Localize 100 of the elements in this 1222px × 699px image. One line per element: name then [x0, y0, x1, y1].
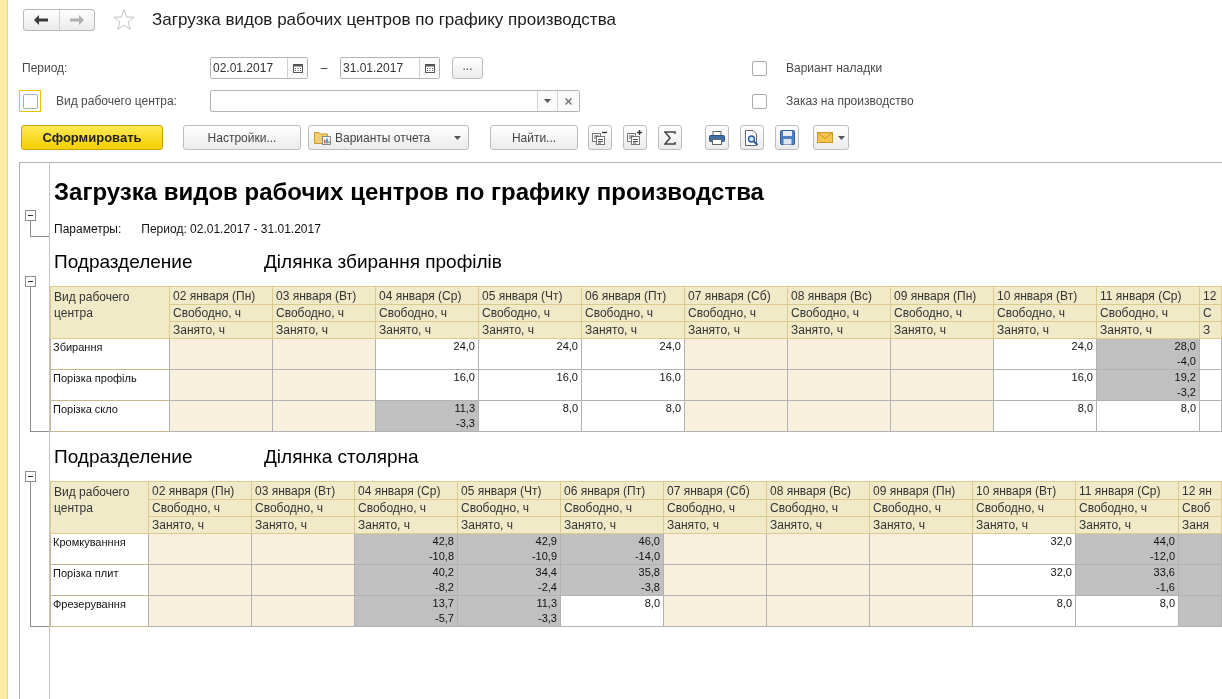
value-text: 40,2 [431, 565, 454, 580]
calendar-icon [424, 63, 435, 73]
dropdown-button[interactable] [537, 91, 557, 111]
value-text: 8,0 [664, 401, 681, 416]
collapse-icon[interactable] [25, 210, 36, 221]
column-header: Вид рабочего центра [50, 286, 170, 339]
star-icon[interactable] [113, 9, 135, 31]
deficit-text: -8,2 [434, 580, 454, 595]
send-button[interactable] [813, 125, 849, 150]
more-button[interactable]: ... [452, 57, 483, 79]
value-text: 8,0 [1076, 401, 1093, 416]
value-text: 11,3 [453, 401, 475, 416]
deficit-text: -10,9 [530, 549, 557, 564]
preview-button[interactable] [740, 125, 764, 150]
deficit-text: -4,0 [1176, 354, 1196, 369]
value-text: 8,0 [643, 596, 660, 611]
column-header: 10 января (Вт) [993, 286, 1097, 305]
column-header: 11 января (Ср) [1096, 286, 1200, 305]
value-text: 46,0 [637, 534, 660, 549]
print-button[interactable] [705, 125, 729, 150]
printer-icon [709, 130, 725, 145]
value-text: 24,0 [555, 339, 578, 354]
value-text: 35,8 [637, 565, 660, 580]
clear-button[interactable] [557, 91, 579, 111]
parameters-label: Параметры: [54, 221, 122, 237]
deficit-text: -12,0 [1148, 549, 1175, 564]
value-text: 13,7 [431, 596, 454, 611]
value-text: 8,0 [561, 401, 578, 416]
value-text: 24,0 [452, 339, 475, 354]
sum-button[interactable] [658, 125, 682, 150]
column-header: 12 ян [1178, 481, 1222, 500]
date-field[interactable]: 02.01.2017 [210, 57, 308, 79]
select-field[interactable] [210, 90, 580, 112]
expand-button[interactable] [623, 125, 647, 150]
checkbox-label: Заказ на производство [786, 94, 914, 108]
report-title: Загрузка видов рабочих центров по графику производства [53, 179, 765, 205]
checkbox[interactable] [752, 93, 767, 109]
column-header: 05 января (Чт) [478, 286, 582, 305]
checkbox[interactable] [752, 60, 767, 76]
deficit-text: -10,8 [427, 549, 454, 564]
value-text: 16,0 [1070, 370, 1093, 385]
value-text: 42,8 [431, 534, 454, 549]
field-label: Вид рабочего центра: [55, 94, 177, 108]
value-text: 24,0 [658, 339, 681, 354]
value-text: 33,6 [1152, 565, 1175, 580]
column-header: 12 [1199, 286, 1222, 305]
outline-bracket [30, 221, 49, 237]
deficit-text: -2,4 [537, 580, 557, 595]
column-header: Вид рабочего центра [50, 481, 149, 534]
value-text: 8,0 [1158, 596, 1175, 611]
row-header: Порізка плит [50, 564, 149, 596]
group-label: Подразделение [54, 251, 194, 273]
group-value: Ділянка столярна [264, 446, 419, 468]
value-text: 16,0 [452, 370, 475, 385]
date-field[interactable]: 31.01.2017 [340, 57, 440, 79]
toolbar-button[interactable]: Настройки... [183, 125, 301, 150]
calendar-button[interactable] [287, 58, 307, 78]
row-header: Порізка скло [50, 400, 170, 432]
column-header: 07 января (Сб) [684, 286, 788, 305]
close-icon [565, 97, 572, 105]
sum-icon [664, 130, 676, 145]
column-header: 03 января (Вт) [272, 286, 376, 305]
deficit-text: -1,6 [1155, 580, 1175, 595]
primary-button[interactable]: Сформировать [21, 125, 163, 150]
page-magnifier-icon [745, 129, 759, 146]
window-title: Загрузка видов рабочих центров по графику производства [152, 10, 616, 30]
value-text: 16,0 [658, 370, 681, 385]
row-header: Кромкуванння [50, 533, 149, 565]
save-button[interactable] [775, 125, 799, 150]
envelope-icon [817, 132, 833, 143]
collapse-button[interactable] [588, 125, 612, 150]
value-text: 19,2 [1173, 370, 1196, 385]
column-header: 09 января (Пн) [869, 481, 973, 500]
column-header: 05 января (Чт) [457, 481, 561, 500]
parameters-value: Период: 02.01.2017 - 31.01.2017 [141, 221, 321, 237]
collapse-icon[interactable] [25, 471, 36, 482]
collapse-icon[interactable] [25, 276, 36, 287]
column-header: 06 января (Пт) [581, 286, 685, 305]
value-text: 32,0 [1049, 565, 1072, 580]
value-text: 11,3 [535, 596, 557, 611]
column-header: 09 января (Пн) [890, 286, 994, 305]
checkbox-label: Вариант наладки [786, 61, 883, 75]
deficit-text: -14,0 [633, 549, 660, 564]
toolbar-button[interactable]: Найти... [490, 125, 578, 150]
calendar-icon [292, 63, 303, 73]
row-header: Збирання [50, 338, 170, 370]
value-text: 32,0 [1049, 534, 1072, 549]
column-header: 10 января (Вт) [972, 481, 1076, 500]
menu-button[interactable]: Варианты отчета [308, 125, 469, 150]
value-text: 24,0 [1070, 339, 1093, 354]
column-header: 03 января (Вт) [251, 481, 355, 500]
range-dash: – [320, 61, 328, 75]
calendar-button[interactable] [419, 58, 439, 78]
column-header: 02 января (Пн) [148, 481, 252, 500]
row-header: Порізка профіль [50, 369, 170, 401]
value-text: 8,0 [1179, 401, 1196, 416]
column-header: 08 января (Вс) [766, 481, 870, 500]
column-header: 11 января (Ср) [1075, 481, 1179, 500]
column-header: 07 января (Сб) [663, 481, 767, 500]
deficit-text: -3,2 [1176, 385, 1196, 400]
